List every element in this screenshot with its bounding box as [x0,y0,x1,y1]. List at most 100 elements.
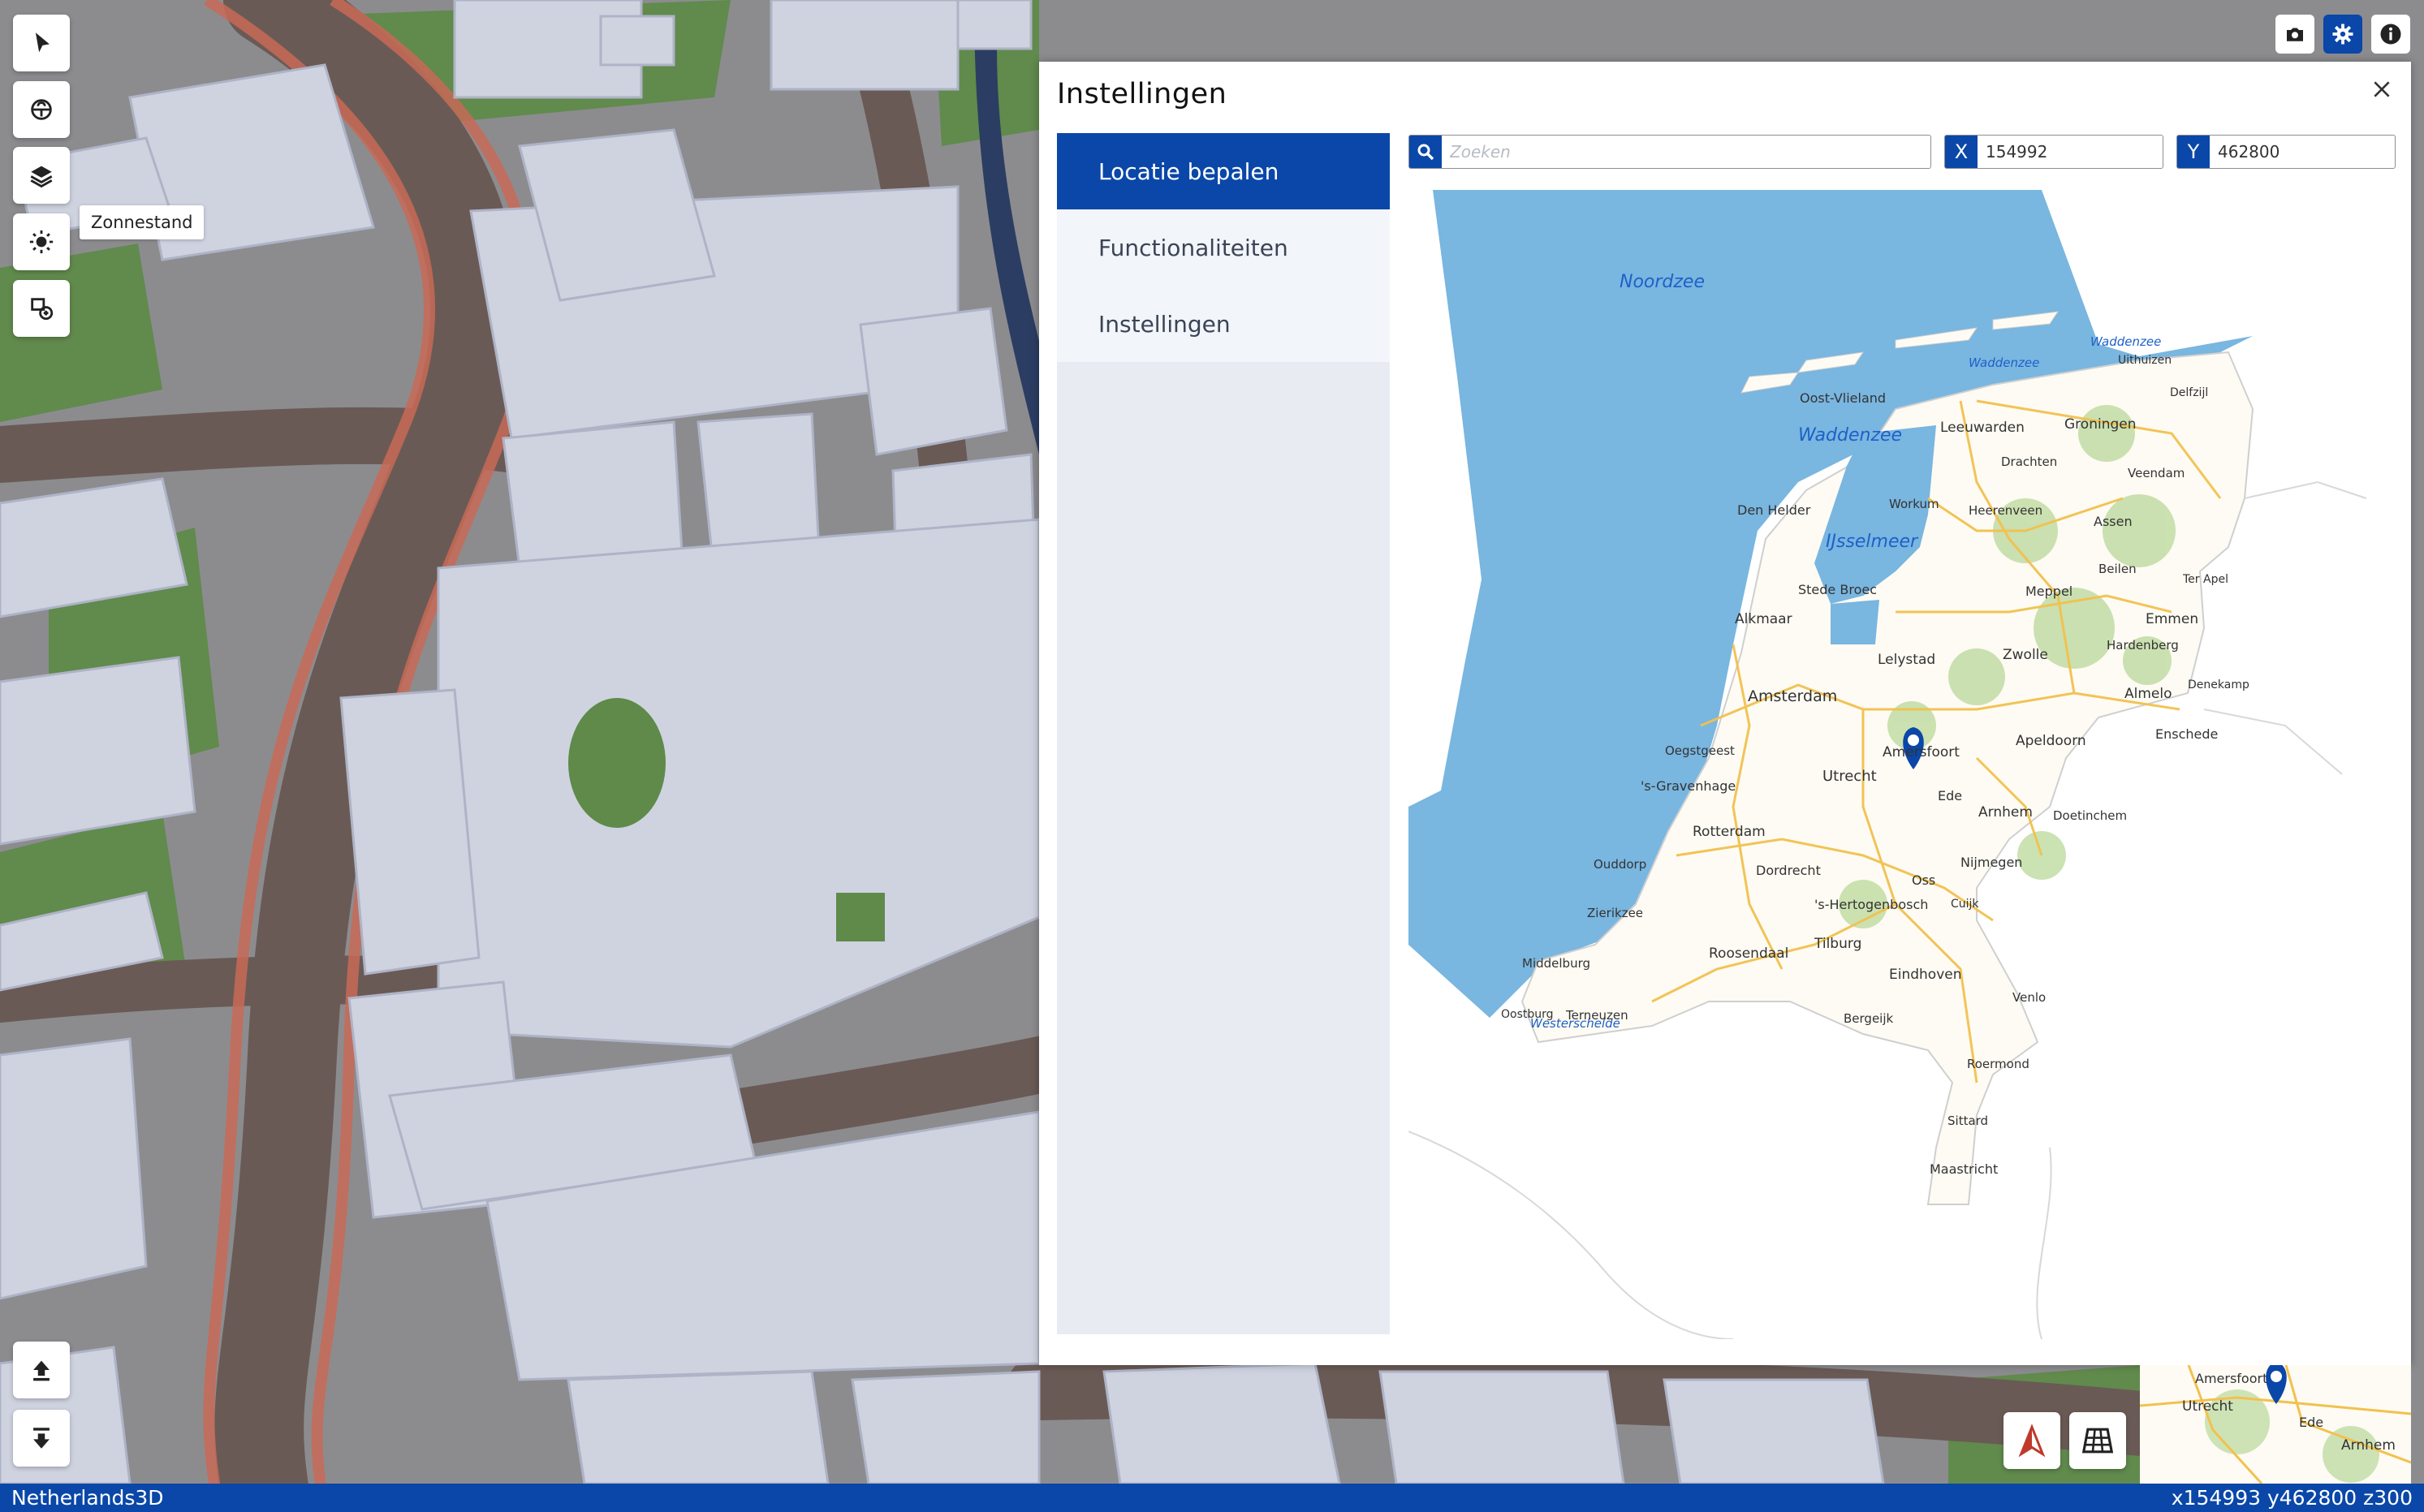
map-label-city: Maastricht [1930,1161,1998,1177]
upload-icon [33,1360,50,1381]
camera-icon [2287,28,2303,41]
map-label-city: Leeuwarden [1940,420,2025,436]
map-label-city: Alkmaar [1735,611,1792,627]
screenshot-button[interactable] [2275,15,2314,54]
minimap[interactable]: Amersfoort Utrecht Ede Arnhem [2140,1365,2411,1484]
map-label-city: Terneuzen [1565,1008,1628,1023]
map-label-city: 's-Hertogenbosch [1814,897,1928,912]
map-label-city: Zwolle [2003,647,2048,663]
y-coordinate-input[interactable] [2210,136,2395,168]
map-label-city: Roosendaal [1709,946,1788,962]
search-icon [1409,136,1442,168]
map-label-city: Beilen [2098,562,2137,576]
nav-item-functionaliteiten[interactable]: Functionaliteiten [1057,209,1390,286]
map-label-city: Emmen [2146,611,2198,627]
x-label: X [1945,136,1978,168]
map-label-sea: Waddenzee [2090,334,2161,349]
settings-panel: Instellingen Locatie bepalen Functionali… [1039,62,2411,1365]
map-label-city: Eindhoven [1889,967,1962,983]
camera-coordinates: x154993 y462800 z300 [2171,1486,2413,1510]
panel-title: Instellingen [1057,78,1227,110]
map-label-city: Sittard [1947,1114,1988,1128]
map-label-city: Den Helder [1737,502,1811,518]
map-label-city: Uithuizen [2118,354,2172,367]
map-label-city: Doetinchem [2053,808,2127,823]
north-arrow-icon [2018,1424,2046,1458]
info-icon [2380,24,2401,45]
map-label-city: Oostburg [1501,1008,1554,1021]
download-button[interactable] [13,1410,70,1467]
map-label-city: Drachten [2001,454,2057,469]
map-label-city: Veendam [2128,466,2185,480]
map-label-city: Lelystad [1878,652,1935,668]
map-label-city: Ouddorp [1594,857,1646,872]
map-label-city: Ede [1938,788,1962,803]
sun-position-button[interactable] [13,213,70,270]
map-label-city: Enschede [2155,726,2218,742]
status-bar: Netherlands3D x154993 y462800 z300 [0,1484,2424,1512]
map-label-city: Heerenveen [1969,503,2042,518]
map-label-city: Bergeijk [1844,1011,1894,1026]
map-label-city: 's-Gravenhage [1641,778,1736,794]
underground-tool-button[interactable] [13,81,70,138]
search-field [1408,135,1931,169]
map-label-city: Middelburg [1522,956,1590,971]
select-tool-button[interactable] [13,15,70,71]
close-panel-button[interactable] [2364,71,2400,107]
layers-tool-button[interactable] [13,147,70,204]
map-label-city: Meppel [2025,584,2072,599]
import-icon [31,298,54,321]
map-label-city: Tilburg [1814,936,1861,952]
y-label: Y [2177,136,2210,168]
minimap-label: Ede [2299,1415,2323,1430]
upload-button[interactable] [13,1342,70,1398]
grid-map-icon [2081,1428,2114,1454]
app-name: Netherlands3D [11,1486,164,1510]
map-label-sea: IJsselmeer [1826,532,1919,552]
map-label-city: Apeldoorn [2016,733,2086,749]
map-label-city: Groningen [2064,416,2137,433]
map-label-sea: Waddenzee [1798,425,1902,446]
underground-icon [31,99,52,120]
map-view-toggle-button[interactable] [2069,1412,2126,1469]
map-label-city: Oegstgeest [1665,743,1735,758]
map-label-city: Denekamp [2188,678,2249,691]
map-label-city: Hardenberg [2107,638,2179,653]
map-label-city: Oss [1912,872,1935,888]
import-tool-button[interactable] [13,280,70,337]
y-coordinate-field: Y [2176,135,2396,169]
map-label-city: Assen [2094,514,2133,529]
layers-icon [30,166,53,188]
settings-button[interactable] [2323,15,2362,54]
minimap-label: Utrecht [2182,1398,2233,1415]
gear-icon [2332,24,2353,45]
map-label-sea: Waddenzee [1969,355,2039,370]
map-label-city: Amsterdam [1748,687,1837,705]
minimap-label: Arnhem [2341,1437,2396,1454]
map-label-city: Venlo [2012,990,2046,1005]
settings-nav: Locatie bepalen Functionaliteiten Instel… [1057,133,1390,1334]
map-label-city: Amersfoort [1883,744,1960,760]
map-label-city: Almelo [2124,686,2172,702]
map-label-city: Delfzijl [2170,386,2208,399]
tooltip: Zonnestand [80,205,205,239]
compass-button[interactable] [2003,1412,2060,1469]
map-label-city: Dordrecht [1756,863,1821,878]
map-label-city: Nijmegen [1960,855,2022,870]
nav-item-locatie-bepalen[interactable]: Locatie bepalen [1057,133,1390,209]
nav-item-instellingen[interactable]: Instellingen [1057,286,1390,362]
map-label-city: Workum [1889,497,1939,511]
map-label-city: Stede Broec [1798,582,1877,597]
cursor-icon [35,32,50,53]
map-label-city: Cuijk [1951,898,1979,911]
map-label-city: Ter Apel [2182,573,2228,586]
map-label-city: Arnhem [1978,804,2033,821]
map-label-city: Zierikzee [1587,906,1643,920]
location-map[interactable]: Noordzee Waddenzee Waddenzee Waddenzee I… [1408,190,2396,1339]
close-icon [2374,81,2390,97]
map-label-city: Roermond [1967,1057,2029,1071]
info-button[interactable] [2371,15,2410,54]
x-coordinate-input[interactable] [1978,136,2163,168]
map-label-city: Oost-Vlieland [1800,390,1886,406]
search-input[interactable] [1442,136,1930,168]
